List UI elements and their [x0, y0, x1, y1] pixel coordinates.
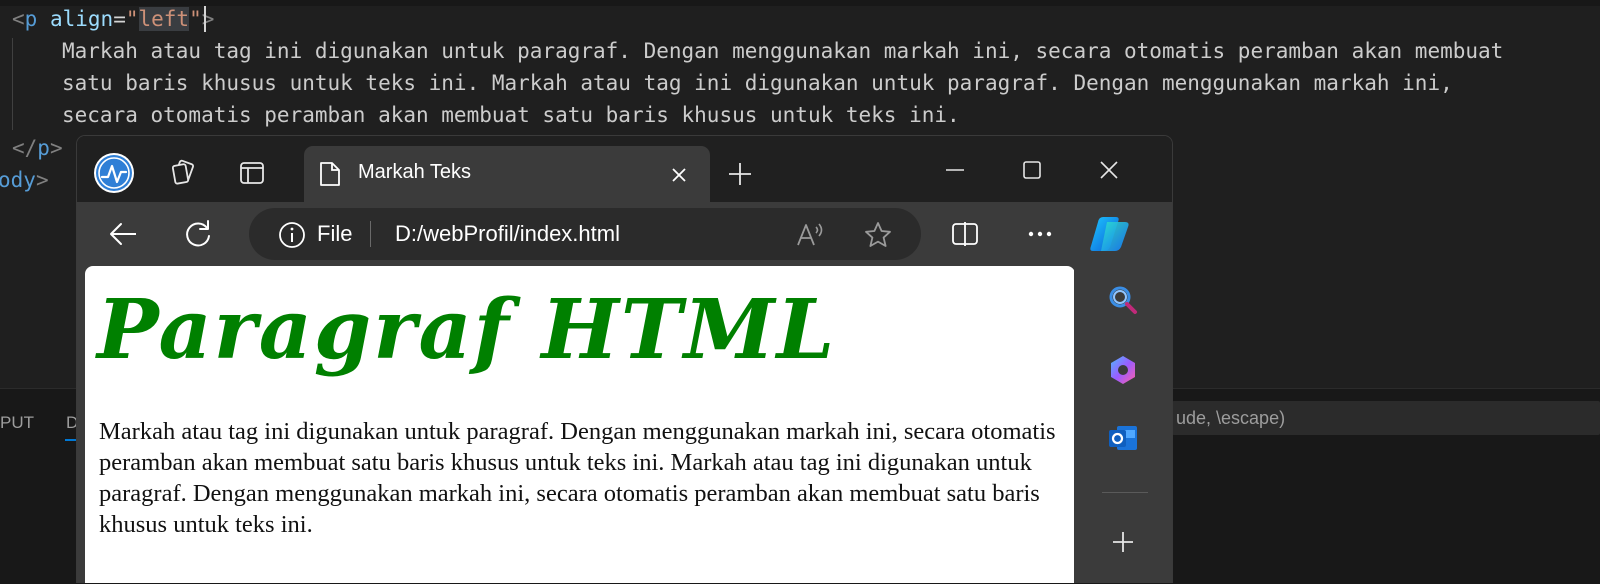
sidebar-search-button[interactable] — [1103, 280, 1143, 320]
favorite-button[interactable] — [861, 218, 895, 252]
close-window-button[interactable] — [1091, 152, 1127, 188]
workspaces-icon — [171, 159, 194, 185]
minimize-button[interactable] — [937, 152, 973, 188]
more-options-button[interactable] — [1022, 216, 1058, 252]
quote: " — [189, 7, 202, 31]
code-line-5[interactable]: </p> — [12, 132, 63, 164]
url-text[interactable]: D:/webProfil/index.html — [395, 221, 620, 247]
code-line-6[interactable]: ody> — [0, 164, 49, 196]
refresh-icon — [186, 220, 210, 247]
web-page-viewport[interactable]: Paragraf HTML Markah atau tag ini diguna… — [85, 266, 1075, 583]
page-heading: Paragraf HTML — [97, 282, 837, 378]
tab-markah-teks[interactable]: Markah Teks — [304, 146, 710, 202]
address-bar[interactable]: File D:/webProfil/index.html — [249, 208, 921, 260]
code-line-3[interactable]: satu baris khusus untuk teks ini. Markah… — [62, 67, 1453, 99]
vertical-tabs-button[interactable] — [235, 156, 269, 190]
tab-output[interactable]: PUT — [0, 413, 34, 433]
workspaces-button[interactable] — [165, 156, 199, 190]
code-line-2[interactable]: Markah atau tag ini digunakan untuk para… — [62, 35, 1503, 67]
text-cursor — [204, 6, 206, 32]
plus-icon — [1113, 532, 1133, 552]
indent-guide — [12, 38, 13, 130]
back-button[interactable] — [105, 216, 141, 252]
bracket: </ — [12, 136, 38, 160]
page-icon — [318, 160, 342, 188]
navigation-toolbar: File D:/webProfil/index.html — [77, 202, 1172, 266]
quote: " — [125, 7, 139, 31]
minimize-icon — [946, 169, 964, 171]
attribute-value: left — [138, 7, 190, 31]
page-paragraph: Markah atau tag ini digunakan untuk para… — [99, 418, 1056, 538]
sidebar-copilot-button[interactable] — [1103, 350, 1143, 390]
info-icon — [279, 222, 305, 248]
sidebar-outlook-button[interactable] — [1103, 418, 1143, 458]
back-arrow-icon — [110, 223, 136, 245]
tag-name: p — [24, 7, 38, 31]
plus-icon — [729, 163, 751, 185]
code-line-1[interactable]: <p align="left"> — [12, 3, 214, 35]
document-icon — [320, 162, 340, 186]
edge-sidebar — [1074, 266, 1172, 583]
maximize-button[interactable] — [1014, 152, 1050, 188]
read-aloud-button[interactable] — [794, 218, 828, 252]
tag-name: ody — [0, 168, 36, 192]
close-tab-button[interactable] — [666, 162, 692, 188]
refresh-button[interactable] — [180, 216, 216, 252]
site-info-button[interactable] — [277, 220, 307, 250]
tag-name: p — [37, 136, 50, 160]
filter-input[interactable]: ude, \escape) — [1172, 401, 1600, 435]
profile-avatar[interactable] — [93, 152, 135, 194]
favorite-star-icon — [865, 222, 891, 247]
split-screen-button[interactable] — [947, 216, 983, 252]
read-aloud-icon — [797, 223, 823, 246]
copilot-icon — [1090, 217, 1129, 251]
content-area: Paragraf HTML Markah atau tag ini diguna… — [77, 266, 1172, 583]
tab-strip: Markah Teks — [77, 136, 1172, 202]
close-icon — [672, 168, 686, 182]
bracket: > — [35, 168, 49, 192]
address-separator — [370, 221, 371, 247]
attribute-name: align — [49, 7, 114, 31]
sidebar-add-button[interactable] — [1103, 522, 1143, 562]
code-line-4[interactable]: secara otomatis peramban akan membuat sa… — [62, 99, 960, 131]
copilot-sidebar-icon — [1111, 356, 1135, 384]
outlook-icon — [1109, 426, 1137, 450]
split-screen-icon — [952, 222, 978, 246]
equals-sign: = — [113, 7, 126, 31]
new-tab-button[interactable] — [724, 158, 756, 190]
url-scheme-label: File — [317, 221, 353, 246]
maximize-icon — [1023, 161, 1041, 179]
tab-actions-icon — [240, 162, 264, 184]
bracket: > — [49, 136, 63, 160]
more-dots-icon — [1028, 231, 1052, 237]
bracket: < — [12, 7, 25, 31]
editor-top-border — [0, 0, 1600, 6]
tab-title: Markah Teks — [358, 161, 472, 183]
close-window-icon — [1100, 161, 1118, 179]
copilot-button[interactable] — [1088, 212, 1132, 256]
search-icon — [1109, 286, 1137, 314]
profile-icon — [94, 153, 134, 193]
browser-window: Markah Teks File D:/webProfil/index.html… — [76, 135, 1173, 583]
sidebar-divider — [1102, 492, 1148, 493]
